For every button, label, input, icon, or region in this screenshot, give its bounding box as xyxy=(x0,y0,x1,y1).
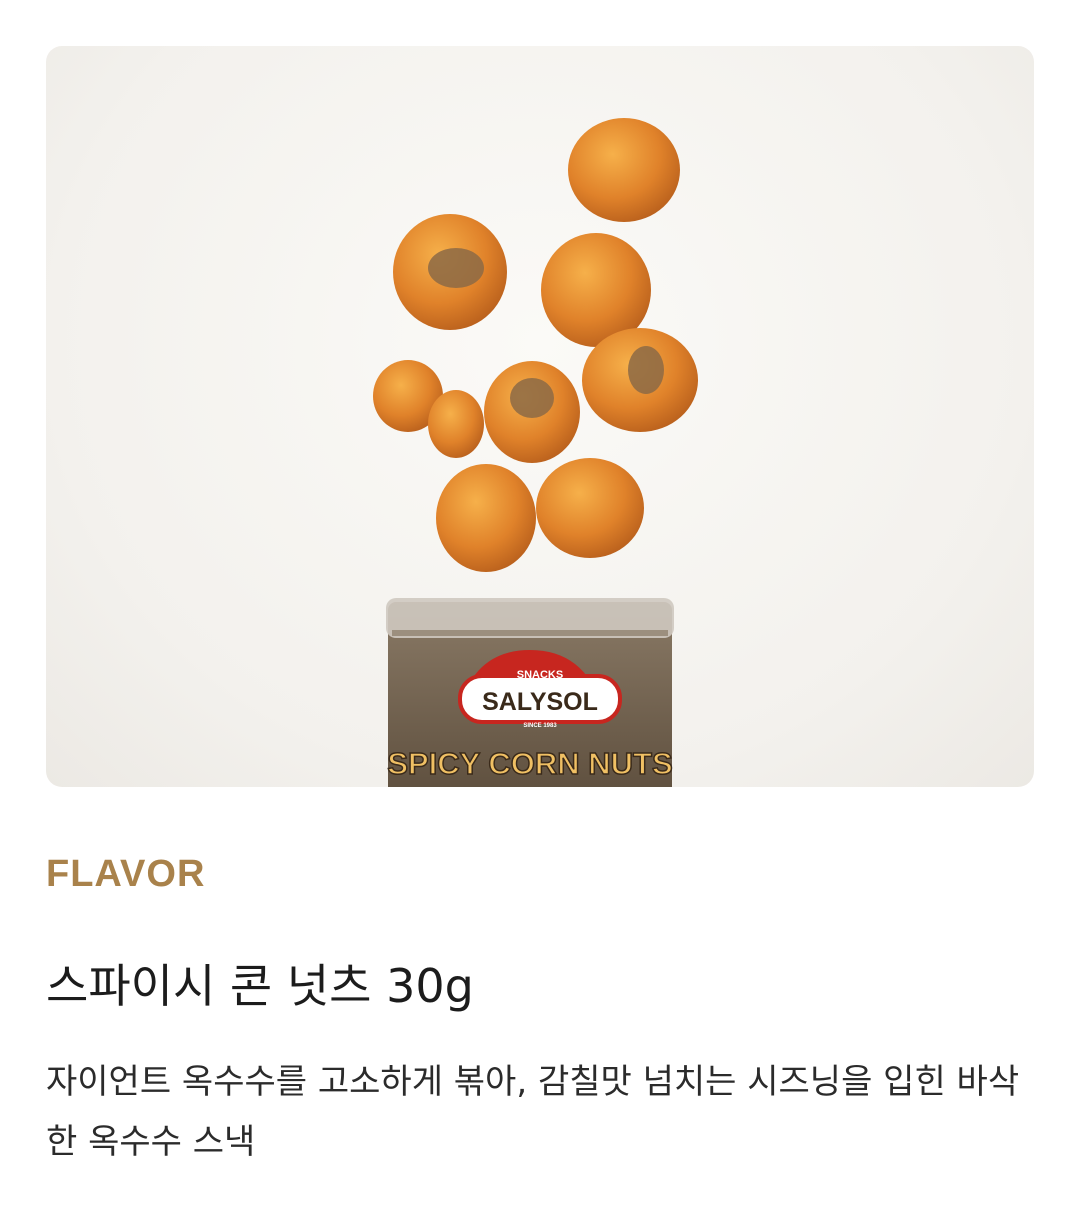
can-since-text: SINCE 1983 xyxy=(523,723,557,729)
corn-kernel xyxy=(436,464,536,572)
corn-kernels xyxy=(373,118,698,572)
corn-kernel xyxy=(568,118,680,222)
can-badge-text: SNACKS xyxy=(517,669,563,681)
can-product-text: SPICY CORN NUTS xyxy=(387,746,672,781)
product-title: 스파이시 콘 넛츠 30g xyxy=(46,959,474,1013)
product-description: 자이언트 옥수수를 고소하게 볶아, 감칠맛 넘치는 시즈닝을 입힌 바삭한 옥… xyxy=(46,1062,1020,1162)
corn-nuts-illustration: SNACKS SALYSOL SINCE 1983 SPICY CORN NUT… xyxy=(373,118,698,787)
category-label: FLAVOR xyxy=(46,853,206,895)
corn-kernel xyxy=(428,390,484,458)
can-brand-text: SALYSOL xyxy=(482,688,598,716)
corn-kernel xyxy=(536,458,644,558)
product-photo: SNACKS SALYSOL SINCE 1983 SPICY CORN NUT… xyxy=(46,46,1034,787)
